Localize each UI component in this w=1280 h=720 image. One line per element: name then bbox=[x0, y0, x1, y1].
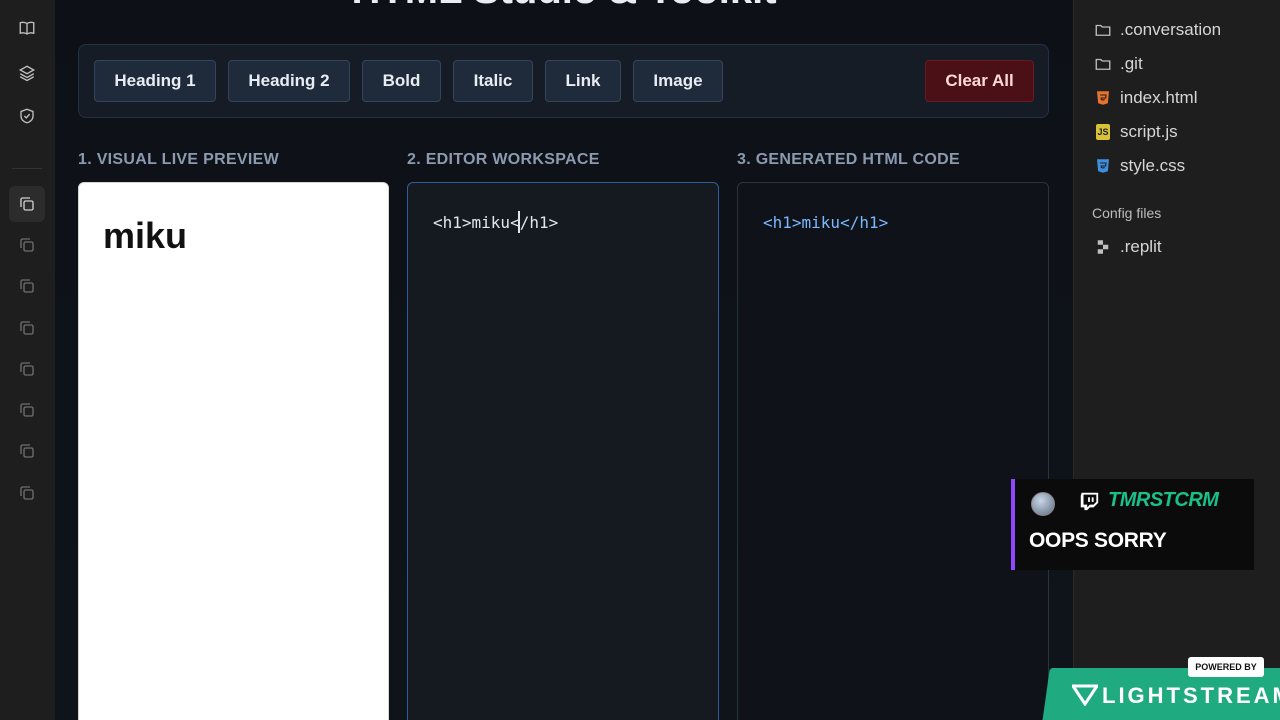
copy-tab-icon[interactable] bbox=[9, 392, 45, 428]
app-title: HTML Studio & Toolkit bbox=[55, 0, 1073, 13]
file-name: index.html bbox=[1120, 88, 1198, 107]
formatting-toolbar: Heading 1 Heading 2 Bold Italic Link Ima… bbox=[78, 44, 1049, 118]
book-icon[interactable] bbox=[9, 10, 45, 46]
config-files-label: Config files bbox=[1092, 205, 1162, 221]
folder-icon bbox=[1094, 55, 1112, 73]
copy-tab-icon[interactable] bbox=[9, 186, 45, 222]
folder-icon bbox=[1094, 21, 1112, 39]
powered-by-label: POWERED BY bbox=[1188, 657, 1264, 677]
heading1-button[interactable]: Heading 1 bbox=[94, 60, 216, 102]
copy-tab-icon[interactable] bbox=[9, 310, 45, 346]
copy-tab-icon[interactable] bbox=[9, 268, 45, 304]
file-name: .replit bbox=[1120, 237, 1162, 256]
html-file-icon bbox=[1094, 89, 1112, 107]
webview-app: HTML Studio & Toolkit Heading 1 Heading … bbox=[55, 0, 1073, 720]
activity-bar bbox=[0, 0, 55, 720]
activity-divider bbox=[12, 168, 42, 169]
file-item-style-css[interactable]: style.css bbox=[1094, 154, 1185, 178]
file-item-index-html[interactable]: index.html bbox=[1094, 86, 1197, 110]
file-name: .git bbox=[1120, 54, 1143, 73]
editor-label: 2. EDITOR WORKSPACE bbox=[407, 151, 600, 168]
file-tree-panel: .conversation .git index.html JS script.… bbox=[1073, 0, 1280, 720]
clear-all-button[interactable]: Clear All bbox=[925, 60, 1034, 102]
file-name: script.js bbox=[1120, 122, 1178, 141]
replit-icon bbox=[1094, 238, 1112, 256]
chat-message-text: OOPS SORRY bbox=[1029, 529, 1167, 552]
file-name: style.css bbox=[1120, 156, 1186, 175]
twitch-icon bbox=[1080, 492, 1099, 511]
generated-code: <h1>miku</h1> bbox=[763, 213, 889, 232]
copy-tab-icon[interactable] bbox=[9, 351, 45, 387]
copy-tab-icon[interactable] bbox=[9, 475, 45, 511]
editor-textarea[interactable]: <h1>miku</h1> bbox=[407, 182, 719, 720]
preview-label: 1. VISUAL LIVE PREVIEW bbox=[78, 151, 280, 168]
italic-button[interactable]: Italic bbox=[453, 60, 533, 102]
output-label: 3. GENERATED HTML CODE bbox=[737, 151, 960, 168]
file-item-conversation[interactable]: .conversation bbox=[1094, 18, 1221, 42]
file-item-git[interactable]: .git bbox=[1094, 52, 1143, 76]
avatar bbox=[1031, 492, 1055, 516]
generated-code-panel: <h1>miku</h1> bbox=[737, 182, 1049, 720]
preview-heading: miku bbox=[103, 215, 188, 256]
file-item-script-js[interactable]: JS script.js bbox=[1094, 120, 1178, 144]
editor-content[interactable]: <h1>miku</h1> bbox=[433, 213, 558, 232]
lightstream-wordmark: LIGHTSTREAM bbox=[1102, 683, 1280, 708]
file-item-replit[interactable]: .replit bbox=[1094, 235, 1162, 259]
shield-check-icon[interactable] bbox=[9, 98, 45, 134]
live-preview-panel: miku bbox=[78, 182, 389, 720]
image-button[interactable]: Image bbox=[633, 60, 723, 102]
layers-icon[interactable] bbox=[9, 55, 45, 91]
heading2-button[interactable]: Heading 2 bbox=[228, 60, 350, 102]
bold-button[interactable]: Bold bbox=[362, 60, 441, 102]
chat-username: TMRSTCRM bbox=[1108, 489, 1219, 511]
lightstream-logo-icon bbox=[1072, 684, 1098, 706]
css-file-icon bbox=[1094, 157, 1112, 175]
text-caret bbox=[518, 211, 520, 233]
stream-chat-message: TMRSTCRM OOPS SORRY bbox=[1011, 479, 1254, 570]
js-file-icon: JS bbox=[1094, 123, 1112, 141]
copy-tab-icon[interactable] bbox=[9, 227, 45, 263]
file-name: .conversation bbox=[1120, 20, 1222, 39]
link-button[interactable]: Link bbox=[545, 60, 621, 102]
copy-tab-icon[interactable] bbox=[9, 433, 45, 469]
